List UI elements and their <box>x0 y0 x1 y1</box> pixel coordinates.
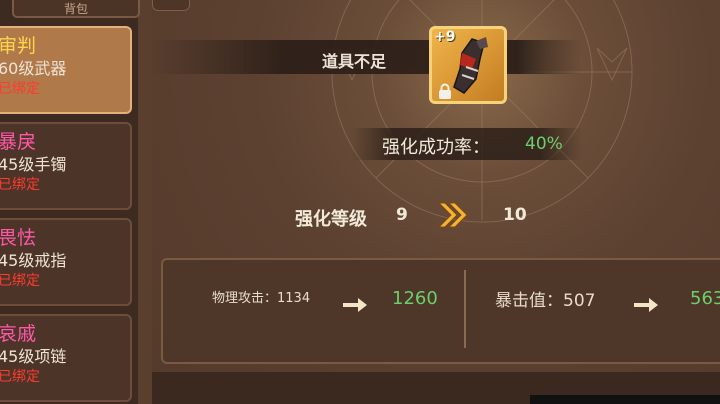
dark-corner <box>530 395 720 404</box>
lock-icon <box>439 83 451 99</box>
equipment-name: 暴戾 <box>0 131 37 153</box>
equipment-item[interactable]: 哀戚 45级项链 已绑定 <box>0 314 132 402</box>
success-rate-label: 强化成功率： <box>382 137 490 158</box>
attack-stat-new: 1260 <box>392 288 438 309</box>
enhance-panel: 道具不足 +9 强化成功率： 40% 强化等级 9 10 物理攻击：1134 1… <box>152 0 720 404</box>
next-level: 10 <box>503 205 527 225</box>
equipment-bound: 已绑定 <box>0 177 40 193</box>
equipment-name: 审判 <box>0 35 37 57</box>
equipment-name: 哀戚 <box>0 323 37 345</box>
equipment-list-panel: 背包 审判 60级武器 已绑定 暴戾 45级手镯 已绑定 畏怯 45级戒指 已绑… <box>0 0 140 404</box>
equipment-name: 畏怯 <box>0 227 37 249</box>
crit-stat-new: 563 <box>690 288 720 309</box>
item-slot[interactable]: +9 <box>429 26 507 104</box>
attack-stat-label: 物理攻击：1134 <box>212 291 311 306</box>
arrow-right-icon <box>634 298 658 312</box>
equipment-item[interactable]: 畏怯 45级戒指 已绑定 <box>0 218 132 306</box>
equipment-level: 45级手镯 <box>0 155 67 174</box>
success-rate-value: 40% <box>525 134 563 154</box>
equipment-level: 45级项链 <box>0 347 67 366</box>
equipment-bound: 已绑定 <box>0 369 40 385</box>
arrow-right-icon <box>343 298 367 312</box>
equipment-level: 45级戒指 <box>0 251 67 270</box>
current-level: 9 <box>396 205 408 225</box>
equipment-item[interactable]: 暴戾 45级手镯 已绑定 <box>0 122 132 210</box>
enhance-level-label: 强化等级 <box>295 209 367 230</box>
tab-bag[interactable]: 背包 <box>12 0 140 18</box>
equipment-level: 60级武器 <box>0 59 67 78</box>
equipment-bound: 已绑定 <box>0 81 40 97</box>
corner-ornament <box>152 0 190 11</box>
insufficient-items-label: 道具不足 <box>322 52 387 71</box>
equipment-bound: 已绑定 <box>0 273 40 289</box>
crit-stat-label: 暴击值：507 <box>495 291 596 311</box>
double-chevron-icon <box>437 202 468 228</box>
equipment-item[interactable]: 审判 60级武器 已绑定 <box>0 26 132 114</box>
stat-divider <box>464 270 466 348</box>
